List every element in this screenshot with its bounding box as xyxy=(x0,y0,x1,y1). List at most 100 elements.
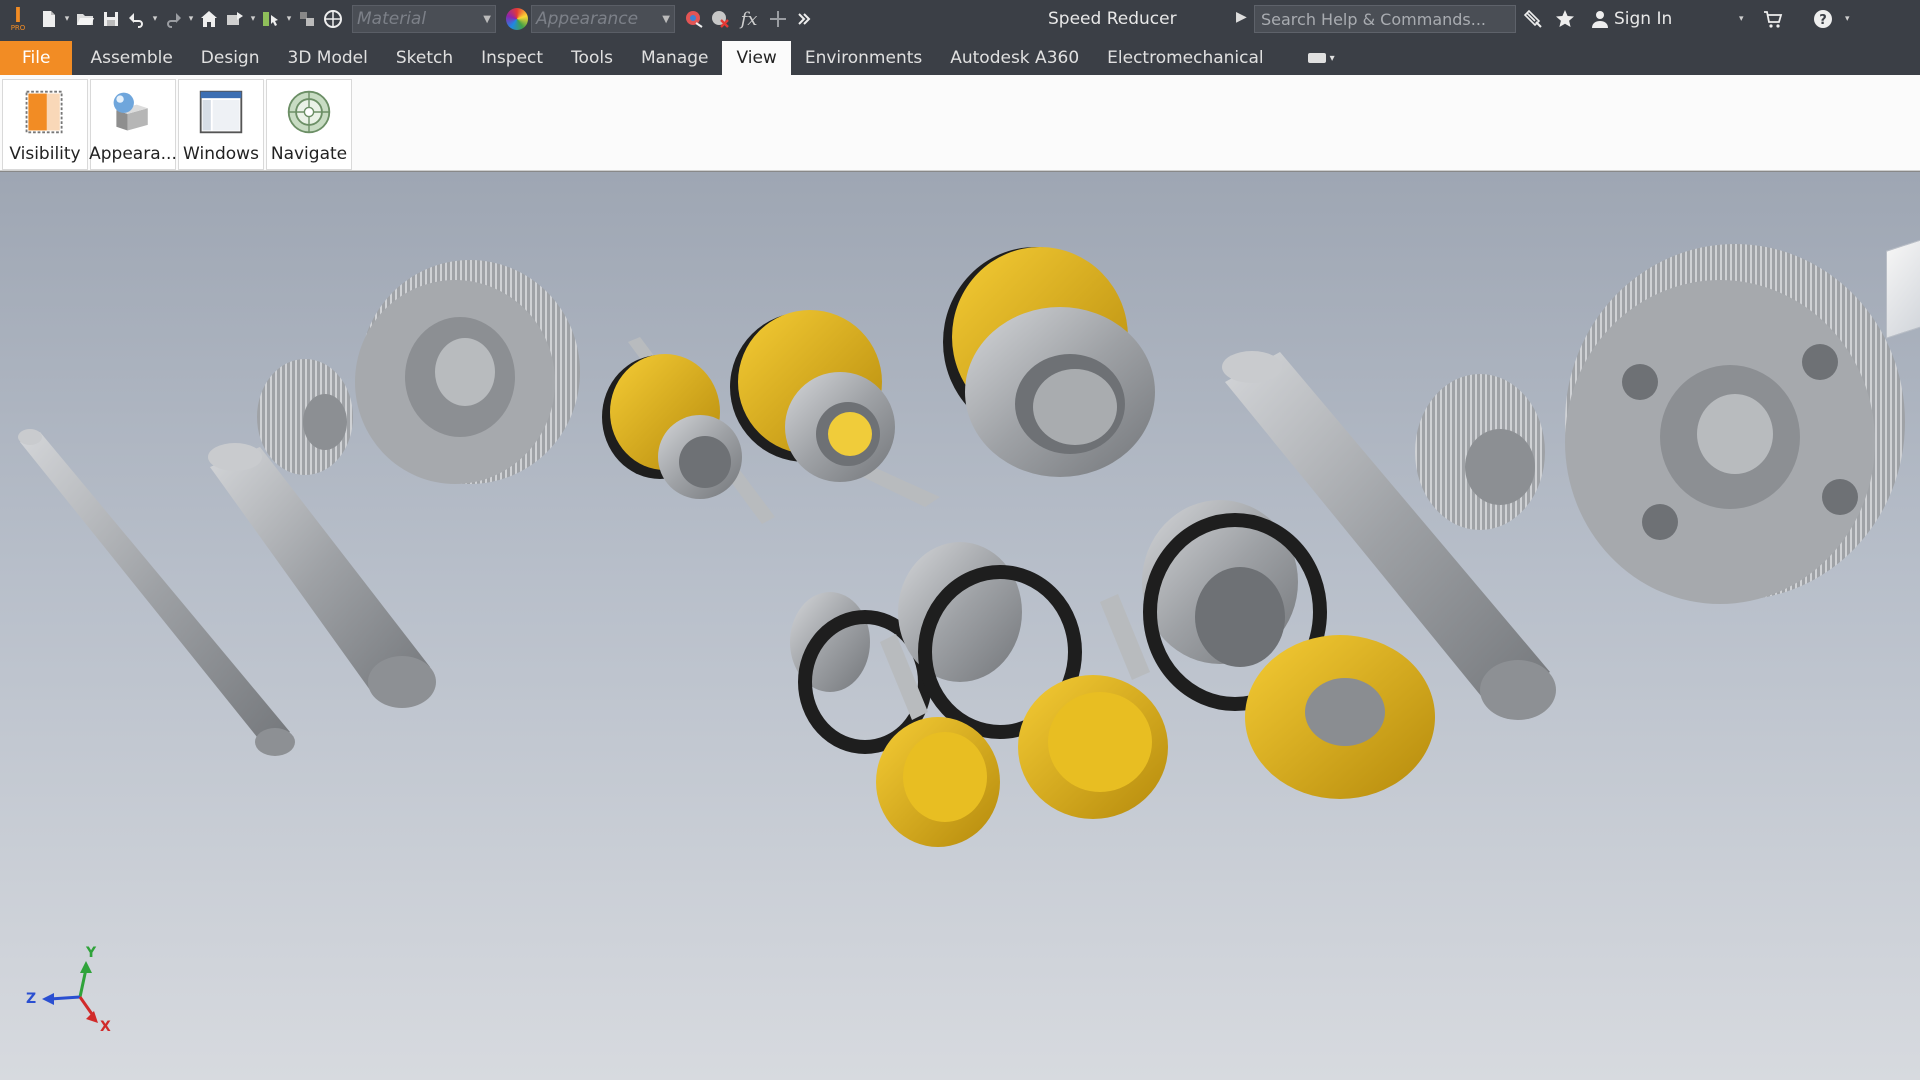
document-title: Speed Reducer xyxy=(1048,9,1177,29)
bearing-housing-3[interactable] xyxy=(943,247,1155,477)
visibility-icon xyxy=(25,90,63,134)
shaft-medium[interactable] xyxy=(208,443,436,708)
update-dropdown-icon[interactable]: ▾ xyxy=(248,9,258,29)
home-icon xyxy=(201,11,217,27)
visibility-label: Visibility xyxy=(9,144,81,164)
communication-center-button[interactable] xyxy=(1520,6,1546,32)
tab-environments[interactable]: Environments xyxy=(791,41,936,75)
user-icon xyxy=(1592,11,1608,28)
end-cap-1[interactable] xyxy=(876,717,1000,847)
assembly-scene xyxy=(18,244,1905,847)
tab-electromechanical[interactable]: Electromechanical xyxy=(1093,41,1278,75)
chevron-down-icon: ▼ xyxy=(483,14,491,25)
gear-right-pinion[interactable] xyxy=(1415,374,1545,530)
tab-assemble[interactable]: Assemble xyxy=(76,41,186,75)
tab-inspect[interactable]: Inspect xyxy=(467,41,557,75)
undo-icon xyxy=(129,13,143,28)
navigate-label: Navigate xyxy=(270,144,348,164)
tab-design[interactable]: Design xyxy=(187,41,274,75)
appearance-select[interactable]: Appearance ▼ xyxy=(531,5,675,33)
sign-in-dropdown-icon[interactable]: ▾ xyxy=(1736,9,1746,29)
web-button[interactable] xyxy=(320,6,346,32)
ribbon-display-options-button[interactable]: ▾ xyxy=(1298,41,1345,75)
select-dropdown-icon[interactable]: ▾ xyxy=(284,9,294,29)
gear-left-pinion[interactable] xyxy=(257,359,353,475)
viewcube[interactable] xyxy=(1886,233,1920,339)
adjust-appearance-icon xyxy=(686,11,703,28)
windows-label: Windows xyxy=(183,144,259,164)
home-button[interactable] xyxy=(196,6,222,32)
update-button[interactable] xyxy=(222,6,248,32)
plus-icon xyxy=(770,11,786,27)
appearance-label: Appeara... xyxy=(89,144,177,164)
new-file-dropdown-icon[interactable]: ▾ xyxy=(62,9,72,29)
help-dropdown-icon[interactable]: ▾ xyxy=(1842,9,1852,29)
sign-in-button[interactable]: Sign In xyxy=(1590,9,1672,29)
satellite-icon xyxy=(1523,9,1542,28)
tab-3d-model[interactable]: 3D Model xyxy=(274,41,382,75)
tab-manage[interactable]: Manage xyxy=(627,41,723,75)
help-icon: ? xyxy=(1814,10,1833,28)
fx-icon: fx xyxy=(740,8,758,30)
tab-tools[interactable]: Tools xyxy=(557,41,627,75)
save-button[interactable] xyxy=(98,6,124,32)
end-cap-2[interactable] xyxy=(1018,675,1168,819)
redo-button[interactable] xyxy=(160,6,186,32)
app-logo[interactable]: I PRO xyxy=(0,0,36,38)
axis-y-label: Y xyxy=(86,945,97,961)
bearing-housing-2[interactable] xyxy=(730,310,940,507)
open-button[interactable] xyxy=(72,6,98,32)
navigate-button[interactable]: Navigate xyxy=(266,79,352,170)
globe-icon xyxy=(324,10,342,28)
favorites-button[interactable] xyxy=(1552,6,1578,32)
visibility-button[interactable]: Visibility xyxy=(2,79,88,170)
tab-view[interactable]: View xyxy=(722,41,791,75)
app-logo-letter: I xyxy=(14,3,22,27)
save-icon xyxy=(104,12,118,26)
new-file-button[interactable] xyxy=(36,6,62,32)
store-button[interactable] xyxy=(1760,6,1786,32)
tab-file[interactable]: File xyxy=(0,41,73,75)
title-bar: I PRO ▾ ▾ ▾ ▾ ▾ Material ▼ Appearance ▼ xyxy=(0,0,1920,38)
update-icon xyxy=(227,12,243,25)
end-cap-3[interactable] xyxy=(1245,635,1435,799)
parameters-button[interactable]: fx xyxy=(733,6,765,32)
folder-open-icon xyxy=(77,14,94,25)
more-tools-button[interactable] xyxy=(791,6,817,32)
redo-icon xyxy=(167,13,181,28)
double-chevron-right-icon xyxy=(798,13,811,25)
svg-text:?: ? xyxy=(1820,13,1828,28)
material-select[interactable]: Material ▼ xyxy=(352,5,496,33)
selection-filter-icon xyxy=(300,12,314,26)
graphics-viewport[interactable]: Y Z X xyxy=(0,172,1920,1080)
appearance-button[interactable]: Appeara... xyxy=(89,79,177,170)
tab-sketch[interactable]: Sketch xyxy=(382,41,467,75)
clear-appearance-button[interactable] xyxy=(707,6,733,32)
selection-filter-button[interactable] xyxy=(294,6,320,32)
adjust-appearance-button[interactable] xyxy=(681,6,707,32)
chevron-down-icon: ▾ xyxy=(1329,52,1335,64)
coordinate-triad: Y Z X xyxy=(20,945,120,1047)
select-button[interactable] xyxy=(258,6,284,32)
help-button[interactable]: ? xyxy=(1810,6,1836,32)
measure-button[interactable] xyxy=(765,6,791,32)
new-file-icon xyxy=(43,11,55,27)
windows-button[interactable]: Windows xyxy=(178,79,264,170)
ribbon-toggle-icon xyxy=(1307,53,1326,63)
undo-button[interactable] xyxy=(124,6,150,32)
gear-right-large[interactable] xyxy=(1565,244,1905,604)
gear-left-large[interactable] xyxy=(355,260,580,484)
search-expand-icon[interactable]: ▶ xyxy=(1236,9,1247,25)
navigate-icon xyxy=(287,90,331,134)
search-input[interactable]: Search Help & Commands... xyxy=(1254,5,1516,33)
axis-x-label: X xyxy=(100,1019,111,1035)
material-select-value: Material xyxy=(357,9,427,29)
cart-icon xyxy=(1764,11,1783,28)
clear-appearance-icon xyxy=(712,11,729,28)
redo-dropdown-icon[interactable]: ▾ xyxy=(186,9,196,29)
select-cursor-icon xyxy=(263,12,278,26)
appearance-sphere-icon xyxy=(506,8,528,30)
search-input-placeholder: Search Help & Commands... xyxy=(1261,9,1487,29)
tab-autodesk-a360[interactable]: Autodesk A360 xyxy=(936,41,1093,75)
undo-dropdown-icon[interactable]: ▾ xyxy=(150,9,160,29)
